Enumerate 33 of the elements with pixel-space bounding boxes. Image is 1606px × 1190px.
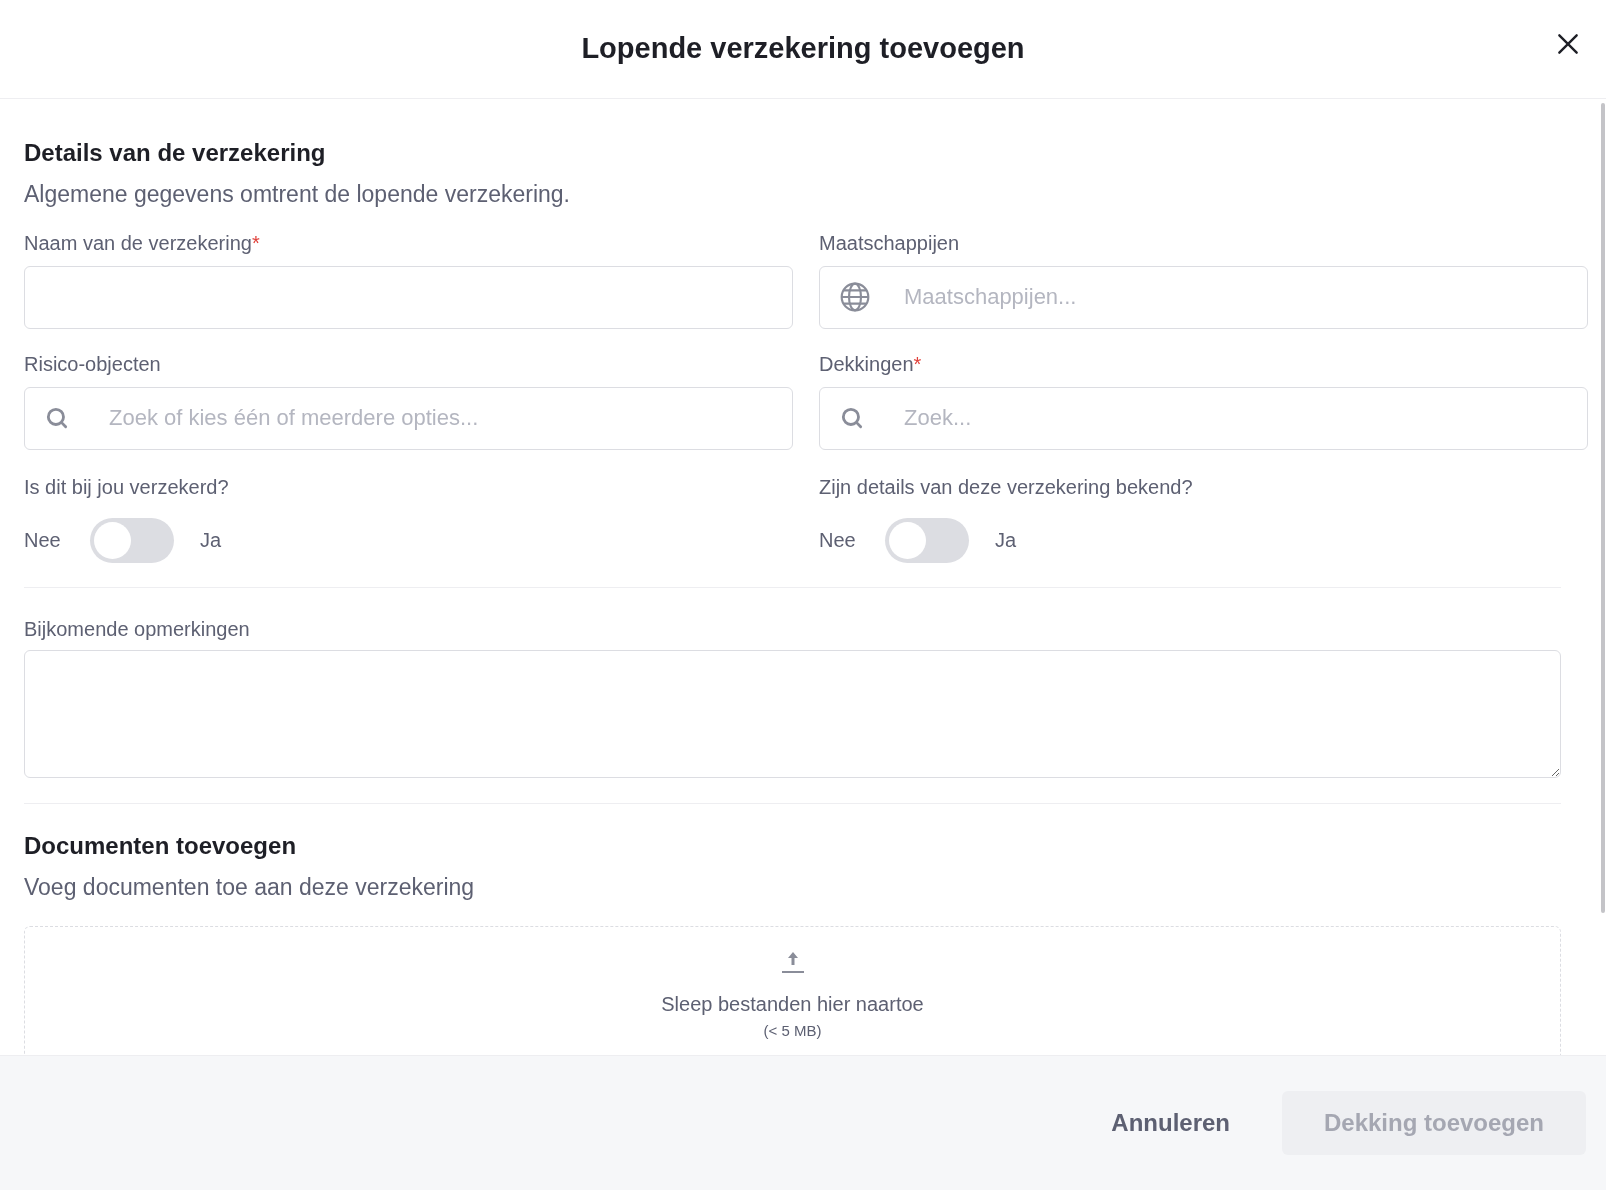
toggle-off-label: Nee — [24, 528, 62, 553]
input-field[interactable]: Zoek... — [819, 386, 1588, 450]
toggle-question: Zijn details van deze verzekering bekend? — [819, 474, 1194, 498]
field-label: Dekkingen — [819, 351, 914, 377]
required-asterisk: * — [251, 230, 260, 256]
toggle-question: Is dit bij jou verzekerd? — [24, 474, 230, 498]
toggle-switch[interactable] — [90, 517, 174, 563]
toggle-on-label: Ja — [200, 528, 222, 553]
required-asterisk: * — [913, 351, 922, 377]
field-label: Naam van de verzekering — [24, 230, 252, 256]
input-field[interactable] — [24, 265, 793, 329]
input-field[interactable]: Maatschappijen... — [819, 265, 1588, 329]
search-icon — [839, 405, 865, 431]
cancel-button[interactable]: Annuleren — [1103, 1093, 1238, 1153]
section-subtitle: Algemene gegevens omtrent de lopende verzekering. — [24, 180, 571, 209]
size-limit-text: (< 5 MB) — [763, 1021, 822, 1041]
close-icon — [1555, 31, 1581, 57]
field-label: Maatschappijen — [819, 230, 960, 256]
remarks-textarea[interactable] — [24, 649, 1561, 778]
input-field[interactable]: Zoek of kies één of meerdere opties... — [24, 386, 793, 450]
globe-icon — [839, 281, 871, 313]
scrollbar-thumb[interactable] — [1601, 103, 1605, 913]
section-subtitle: Voeg documenten toe aan deze verzekering — [24, 872, 476, 902]
field-label: Risico-objecten — [24, 351, 161, 377]
toggle-on-label: Ja — [995, 528, 1017, 553]
dropzone-text: Sleep bestanden hier naartoe — [661, 992, 924, 1017]
search-icon — [44, 405, 70, 431]
toggle-off-label: Nee — [819, 528, 857, 553]
section-title: Details van de verzekering — [24, 138, 327, 168]
toggle-switch[interactable] — [885, 517, 969, 563]
field-label: Bijkomende opmerkingen — [24, 616, 251, 640]
dialog-title: Lopende verzekering toevoegen — [581, 31, 1025, 67]
section-title: Documenten toevoegen — [24, 830, 298, 861]
